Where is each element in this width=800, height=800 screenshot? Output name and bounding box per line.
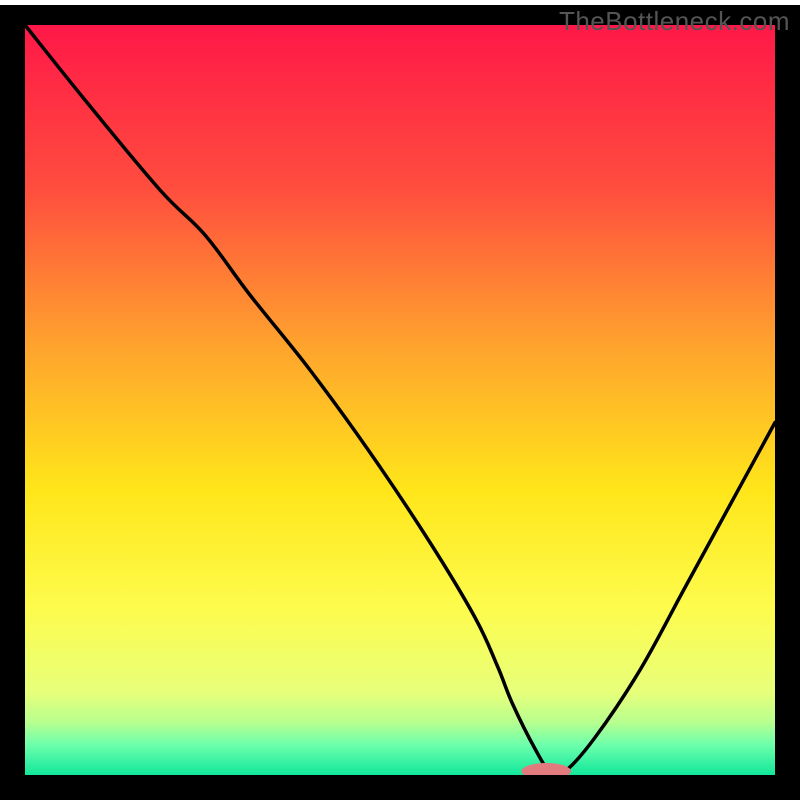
bottleneck-chart xyxy=(0,0,800,800)
plot-background xyxy=(25,25,775,775)
top-strip xyxy=(0,0,800,5)
watermark-text: TheBottleneck.com xyxy=(559,6,790,37)
chart-container: TheBottleneck.com xyxy=(0,0,800,800)
